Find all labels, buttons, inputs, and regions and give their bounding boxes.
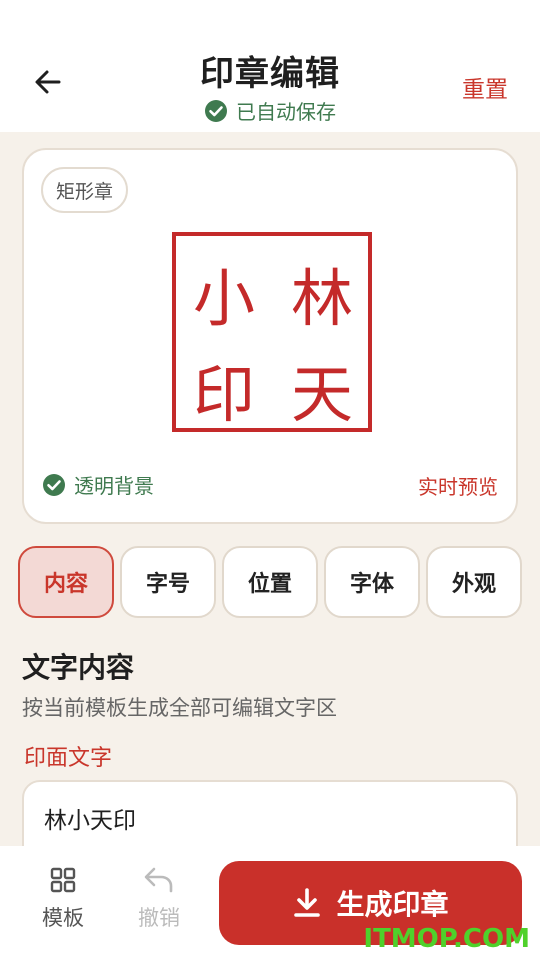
seal-preview: 林 小 天 印 (172, 232, 372, 432)
generate-seal-label: 生成印章 (336, 888, 449, 921)
undo-button[interactable]: 撤销 (119, 866, 199, 932)
seal-char: 印 (193, 358, 255, 431)
undo-label: 撤销 (138, 906, 180, 930)
seal-char: 林 (291, 262, 353, 335)
download-icon (294, 888, 321, 917)
page-title: 印章编辑 (200, 54, 340, 94)
seal-shape-chip[interactable]: 矩形章 (41, 167, 129, 213)
reset-button[interactable]: 重置 (462, 70, 508, 104)
section-title: 文字内容 (22, 651, 135, 684)
tab-appearance[interactable]: 外观 (426, 546, 522, 618)
tab-position[interactable]: 位置 (222, 546, 318, 618)
top-app-bar: 印章编辑 已自动保存 重置 (0, 0, 540, 132)
transparent-background-toggle[interactable]: 透明背景 (42, 470, 154, 499)
autosave-label: 已自动保存 (236, 100, 336, 124)
realtime-preview-label: 实时预览 (418, 475, 498, 499)
tab-font-size[interactable]: 字号 (120, 546, 216, 618)
site-watermark: ITMOP.COM (363, 924, 530, 954)
seal-char: 小 (193, 262, 255, 335)
tab-font[interactable]: 字体 (324, 546, 420, 618)
transparent-background-label: 透明背景 (74, 474, 154, 498)
seal-char: 天 (291, 358, 353, 431)
seal-preview-card: 矩形章 林 小 天 印 透明背景 实时预览 (22, 148, 518, 524)
check-circle-icon (43, 473, 65, 496)
check-circle-icon (205, 99, 227, 122)
tab-content[interactable]: 内容 (18, 546, 114, 618)
undo-icon (144, 867, 173, 893)
section-description: 按当前模板生成全部可编辑文字区 (22, 696, 337, 720)
editor-tabs: 内容 字号 位置 字体 外观 (18, 546, 522, 618)
templates-button[interactable]: 模板 (23, 866, 103, 932)
seal-text-label: 印面文字 (24, 746, 113, 771)
autosave-status: 已自动保存 (0, 96, 540, 125)
grid-icon (50, 867, 76, 893)
templates-label: 模板 (42, 906, 84, 930)
